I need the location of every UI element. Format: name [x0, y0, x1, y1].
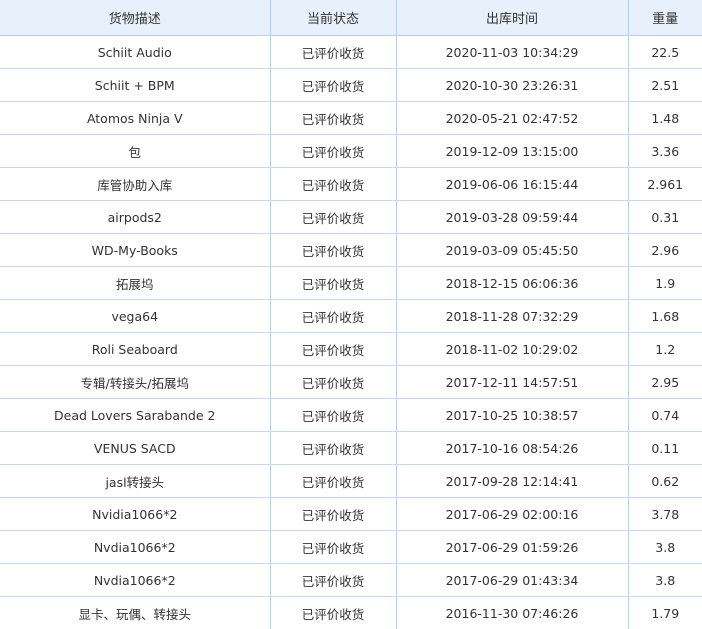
cell-weight: 0.11	[628, 431, 702, 465]
table-row: VENUS SACD 已评价收货 2017-10-16 08:54:26 0.11	[0, 431, 702, 465]
cell-weight: 0.31	[628, 200, 702, 234]
table-row: WD-My-Books 已评价收货 2019-03-09 05:45:50 2.96	[0, 233, 702, 267]
cell-status: 已评价收货	[270, 464, 397, 498]
cell-weight: 1.2	[628, 332, 702, 366]
cell-status: 已评价收货	[270, 266, 397, 300]
cell-description: Nvdia1066*2	[0, 530, 271, 564]
header-description: 货物描述	[0, 0, 271, 36]
cell-description: vega64	[0, 299, 271, 333]
header-status: 当前状态	[270, 0, 397, 36]
shipment-table-container: 货物描述 当前状态 出库时间 重量 Schiit Audio 已评价收货 2020-…	[0, 0, 702, 629]
cell-status: 已评价收货	[270, 332, 397, 366]
header-outbound-time: 出库时间	[396, 0, 629, 36]
table-row: airpods2 已评价收货 2019-03-28 09:59:44 0.31	[0, 200, 702, 234]
cell-weight: 3.78	[628, 497, 702, 531]
cell-description: 拓展坞	[0, 266, 271, 300]
cell-status: 已评价收货	[270, 200, 397, 234]
cell-status: 已评价收货	[270, 134, 397, 168]
table-row: Nvdia1066*2 已评价收货 2017-06-29 01:59:26 3.8	[0, 530, 702, 564]
table-row: 拓展坞 已评价收货 2018-12-15 06:06:36 1.9	[0, 266, 702, 300]
cell-weight: 0.74	[628, 398, 702, 432]
cell-outbound-time: 2019-03-28 09:59:44	[396, 200, 629, 234]
cell-status: 已评价收货	[270, 101, 397, 135]
cell-status: 已评价收货	[270, 398, 397, 432]
cell-outbound-time: 2017-10-16 08:54:26	[396, 431, 629, 465]
cell-status: 已评价收货	[270, 233, 397, 267]
cell-status: 已评价收货	[270, 299, 397, 333]
cell-outbound-time: 2017-09-28 12:14:41	[396, 464, 629, 498]
table-row: 库管协助入库 已评价收货 2019-06-06 16:15:44 2.961	[0, 167, 702, 201]
header-row: 货物描述 当前状态 出库时间 重量	[0, 0, 702, 36]
cell-weight: 1.9	[628, 266, 702, 300]
cell-outbound-time: 2017-10-25 10:38:57	[396, 398, 629, 432]
cell-description: 专辑/转接头/拓展坞	[0, 365, 271, 399]
cell-outbound-time: 2016-11-30 07:46:26	[396, 596, 629, 629]
table-body: Schiit Audio 已评价收货 2020-11-03 10:34:29 22.5…	[0, 35, 702, 629]
shipment-table: 货物描述 当前状态 出库时间 重量 Schiit Audio 已评价收货 2020-…	[0, 0, 702, 629]
cell-status: 已评价收货	[270, 365, 397, 399]
cell-outbound-time: 2018-11-02 10:29:02	[396, 332, 629, 366]
table-row: Nvdia1066*2 已评价收货 2017-06-29 01:43:34 3.8	[0, 563, 702, 597]
table-header: 货物描述 当前状态 出库时间 重量	[0, 0, 702, 36]
cell-weight: 2.95	[628, 365, 702, 399]
cell-description: Dead Lovers Sarabande 2	[0, 398, 271, 432]
cell-description: 显卡、玩偶、转接头	[0, 596, 271, 629]
cell-weight: 3.36	[628, 134, 702, 168]
cell-status: 已评价收货	[270, 431, 397, 465]
table-row: vega64 已评价收货 2018-11-28 07:32:29 1.68	[0, 299, 702, 333]
cell-outbound-time: 2017-06-29 01:59:26	[396, 530, 629, 564]
cell-weight: 2.961	[628, 167, 702, 201]
cell-description: jasl转接头	[0, 464, 271, 498]
cell-weight: 1.48	[628, 101, 702, 135]
cell-status: 已评价收货	[270, 530, 397, 564]
cell-outbound-time: 2019-03-09 05:45:50	[396, 233, 629, 267]
cell-weight: 2.96	[628, 233, 702, 267]
cell-status: 已评价收货	[270, 35, 397, 69]
cell-description: Atomos Ninja V	[0, 101, 271, 135]
cell-description: 包	[0, 134, 271, 168]
cell-outbound-time: 2018-11-28 07:32:29	[396, 299, 629, 333]
cell-outbound-time: 2020-10-30 23:26:31	[396, 68, 629, 102]
cell-weight: 3.8	[628, 563, 702, 597]
table-row: Dead Lovers Sarabande 2 已评价收货 2017-10-25 1…	[0, 398, 702, 432]
cell-weight: 2.51	[628, 68, 702, 102]
table-row: Atomos Ninja V 已评价收货 2020-05-21 02:47:52 1.…	[0, 101, 702, 135]
cell-outbound-time: 2018-12-15 06:06:36	[396, 266, 629, 300]
cell-description: Nvdia1066*2	[0, 563, 271, 597]
table-row: Schiit Audio 已评价收货 2020-11-03 10:34:29 22.5	[0, 35, 702, 69]
cell-status: 已评价收货	[270, 167, 397, 201]
cell-outbound-time: 2019-06-06 16:15:44	[396, 167, 629, 201]
cell-status: 已评价收货	[270, 596, 397, 629]
cell-status: 已评价收货	[270, 68, 397, 102]
cell-outbound-time: 2017-06-29 01:43:34	[396, 563, 629, 597]
cell-outbound-time: 2020-11-03 10:34:29	[396, 35, 629, 69]
table-row: jasl转接头 已评价收货 2017-09-28 12:14:41 0.62	[0, 464, 702, 498]
table-row: Nvidia1066*2 已评价收货 2017-06-29 02:00:16 3.78	[0, 497, 702, 531]
cell-outbound-time: 2017-06-29 02:00:16	[396, 497, 629, 531]
cell-status: 已评价收货	[270, 497, 397, 531]
table-row: 显卡、玩偶、转接头 已评价收货 2016-11-30 07:46:26 1.79	[0, 596, 702, 629]
cell-description: Schiit + BPM	[0, 68, 271, 102]
cell-description: VENUS SACD	[0, 431, 271, 465]
cell-outbound-time: 2020-05-21 02:47:52	[396, 101, 629, 135]
cell-outbound-time: 2017-12-11 14:57:51	[396, 365, 629, 399]
table-row: 包已评价收货 2019-12-09 13:15:00 3.36	[0, 134, 702, 168]
header-weight: 重量	[628, 0, 702, 36]
cell-status: 已评价收货	[270, 563, 397, 597]
cell-description: Roli Seaboard	[0, 332, 271, 366]
table-row: 专辑/转接头/拓展坞 已评价收货 2017-12-11 14:57:51 2.95	[0, 365, 702, 399]
cell-description: WD-My-Books	[0, 233, 271, 267]
cell-weight: 1.79	[628, 596, 702, 629]
cell-weight: 1.68	[628, 299, 702, 333]
cell-description: 库管协助入库	[0, 167, 271, 201]
cell-weight: 22.5	[628, 35, 702, 69]
cell-description: Schiit Audio	[0, 35, 271, 69]
cell-weight: 3.8	[628, 530, 702, 564]
cell-description: Nvidia1066*2	[0, 497, 271, 531]
table-row: Roli Seaboard 已评价收货 2018-11-02 10:29:02 1.2	[0, 332, 702, 366]
cell-weight: 0.62	[628, 464, 702, 498]
cell-description: airpods2	[0, 200, 271, 234]
table-row: Schiit + BPM 已评价收货 2020-10-30 23:26:31 2.51	[0, 68, 702, 102]
cell-outbound-time: 2019-12-09 13:15:00	[396, 134, 629, 168]
